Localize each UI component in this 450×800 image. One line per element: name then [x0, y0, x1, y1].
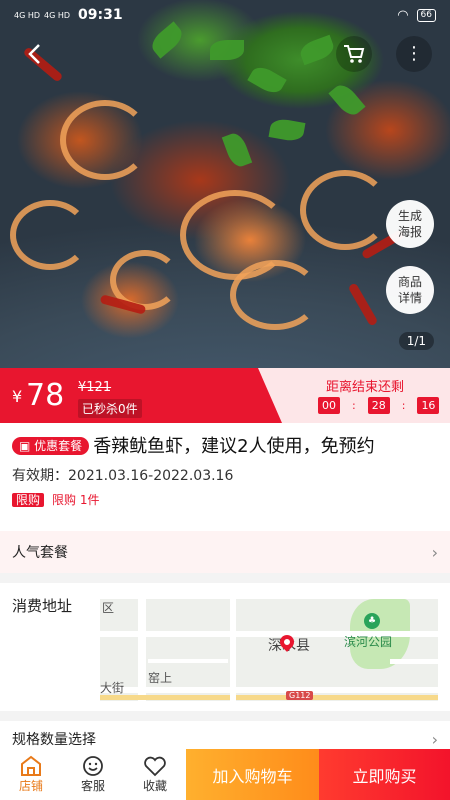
countdown-timer: 00 : 28 : 16	[318, 397, 440, 414]
wifi-icon: ◠	[397, 7, 409, 23]
product-info: ▣ 优惠套餐 香辣鱿鱼虾，建议2人使用，免预约 有效期：2021.03.16-20…	[0, 423, 450, 531]
bottom-action-bar: 店铺 客服 收藏 加入购物车 立即购买	[0, 749, 450, 800]
countdown-minutes: 28	[367, 397, 390, 414]
tab-service-label: 客服	[80, 779, 105, 793]
decor-shape	[210, 40, 244, 60]
status-bar: 4G HD 4G HD 09:31 ◠ 66	[0, 0, 450, 30]
map-road	[138, 599, 146, 701]
more-button[interactable]: ⋮	[396, 36, 432, 72]
signal-icon: 4G HD	[44, 10, 71, 20]
address-section: 消费地址 区 深水县 ♣ 滨河公园 大街 窑上 G112	[0, 583, 450, 711]
tab-favorite-label: 收藏	[142, 779, 167, 793]
chevron-right-icon: ›	[431, 729, 438, 749]
decor-shape	[347, 282, 379, 327]
sold-count: 已秒杀0件	[78, 399, 142, 418]
countdown-separator: :	[401, 399, 406, 412]
signal-icon: 4G HD	[14, 10, 41, 20]
map-label-village: 窑上	[148, 671, 173, 685]
currency-symbol: ¥	[12, 387, 23, 406]
poster-label: 生成 海报	[397, 209, 422, 239]
map-road	[100, 695, 438, 700]
map-label-park: 滨河公园	[344, 635, 393, 649]
package-badge-label: 优惠套餐	[34, 439, 83, 453]
decor-shape	[10, 200, 90, 270]
chevron-left-icon	[28, 44, 40, 64]
map-label-street: 大街	[100, 681, 125, 695]
image-pager: 1/1	[398, 332, 434, 350]
countdown-label: 距离结束还剩	[326, 380, 405, 395]
map-road	[148, 659, 228, 663]
service-icon	[83, 756, 103, 776]
limit-text: 限购 1件	[52, 493, 100, 507]
decor-shape	[268, 117, 306, 143]
original-price: ¥121	[78, 380, 112, 395]
gift-icon: ▣	[19, 439, 31, 453]
map-road	[230, 599, 236, 701]
generate-poster-button[interactable]: 生成 海报	[386, 200, 434, 248]
detail-label: 商品 详情	[397, 275, 422, 305]
buy-now-label: 立即购买	[352, 766, 417, 786]
product-detail-button[interactable]: 商品 详情	[386, 266, 434, 314]
heart-icon	[144, 756, 166, 777]
spec-label: 规格数量选择	[12, 732, 96, 748]
package-badge: ▣ 优惠套餐	[12, 437, 90, 455]
price-section: ¥ 78 ¥121 已秒杀0件	[0, 368, 282, 423]
buy-now-button[interactable]: 立即购买	[319, 749, 450, 800]
tab-store[interactable]: 店铺	[0, 749, 62, 800]
cart-button[interactable]	[336, 36, 372, 72]
popular-package-label: 人气套餐	[12, 545, 68, 561]
location-map[interactable]: 区 深水县 ♣ 滨河公园 大街 窑上 G112	[100, 599, 438, 701]
tab-store-label: 店铺	[18, 779, 43, 793]
park-pin-icon: ♣	[364, 613, 380, 629]
tab-service[interactable]: 客服	[62, 749, 124, 800]
decor-shape	[247, 62, 287, 98]
add-to-cart-button[interactable]: 加入购物车	[186, 749, 319, 800]
countdown-section: 距离结束还剩 00 : 28 : 16	[258, 368, 450, 423]
decor-shape	[300, 170, 390, 250]
validity-period: 有效期：2021.03.16-2022.03.16	[12, 468, 234, 484]
map-label-district: 区	[102, 601, 115, 615]
cart-icon	[344, 45, 365, 63]
product-image[interactable]	[0, 0, 450, 368]
countdown-hours: 00	[318, 397, 340, 414]
map-road	[390, 659, 438, 664]
product-title-line: ▣ 优惠套餐 香辣鱿鱼虾，建议2人使用，免预约	[12, 435, 438, 459]
add-to-cart-label: 加入购物车	[212, 766, 293, 786]
product-title: 香辣鱿鱼虾，建议2人使用，免预约	[93, 436, 375, 457]
decor-shape	[230, 260, 320, 330]
map-road	[100, 687, 438, 693]
purchase-limit: 限购 限购 1件	[12, 491, 438, 508]
road-shield: G112	[286, 691, 314, 700]
countdown-separator: :	[352, 399, 356, 412]
decor-shape	[297, 34, 337, 66]
battery-icon: 66	[416, 8, 436, 22]
chevron-right-icon: ›	[431, 542, 438, 562]
decor-shape	[60, 100, 150, 180]
countdown-seconds: 16	[417, 397, 440, 414]
limit-tag: 限购	[12, 493, 45, 507]
decor-shape	[328, 80, 366, 120]
clock: 09:31	[78, 7, 123, 23]
price-bar: ¥ 78 ¥121 已秒杀0件 距离结束还剩 00 : 28 : 16	[0, 368, 450, 423]
store-icon	[21, 755, 41, 776]
decor-shape	[221, 130, 253, 170]
sale-price: 78	[26, 378, 65, 413]
address-label: 消费地址	[12, 597, 73, 615]
tab-favorite[interactable]: 收藏	[124, 749, 186, 800]
back-button[interactable]	[16, 36, 52, 72]
popular-package-row[interactable]: 人气套餐 ›	[0, 531, 450, 573]
more-vertical-icon: ⋮	[405, 43, 423, 64]
